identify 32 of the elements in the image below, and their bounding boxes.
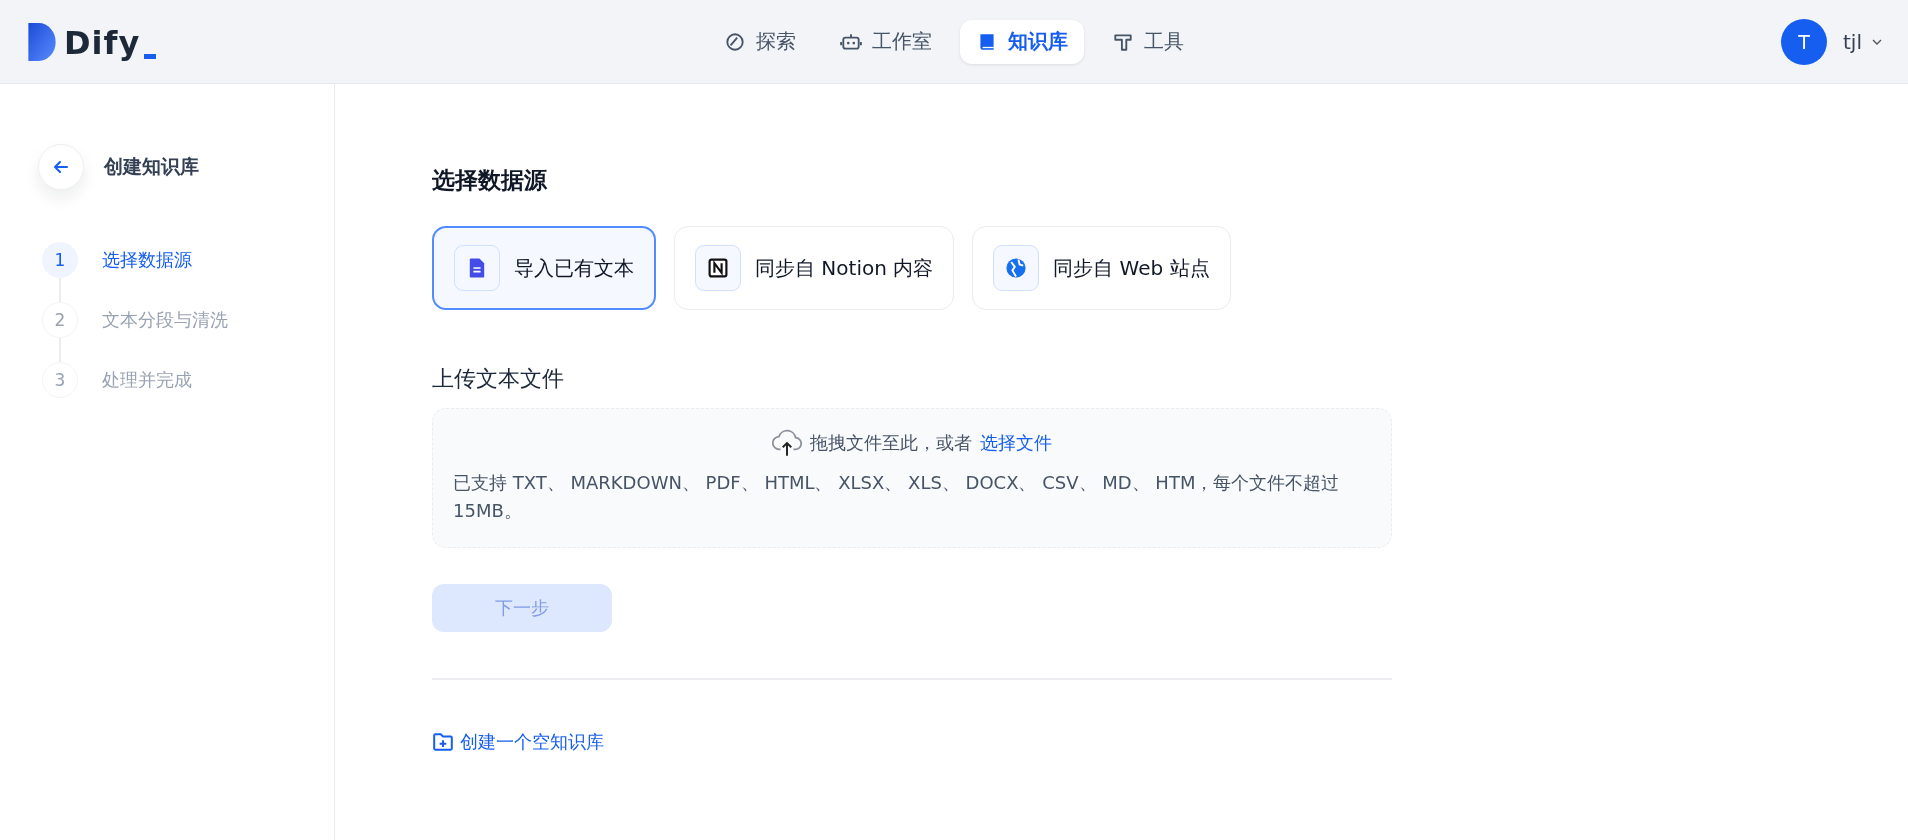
- back-button[interactable]: [38, 144, 84, 190]
- drop-prompt: 拖拽文件至此，或者: [810, 431, 972, 455]
- user-name[interactable]: tjl: [1843, 29, 1862, 54]
- source-label: 同步自 Web 站点: [1053, 254, 1210, 282]
- step-label: 选择数据源: [102, 248, 192, 272]
- folder-plus-icon[interactable]: [432, 732, 454, 752]
- data-source-card[interactable]: 同步自 Web 站点: [972, 226, 1231, 310]
- nav-tab[interactable]: 工具: [1096, 19, 1200, 64]
- nav-tab[interactable]: 知识库: [960, 19, 1084, 64]
- supported-formats-text: 已支持 TXT、 MARKDOWN、 PDF、 HTML、 XLSX、 XLS、 DOCX、 CSV、 MD、 HTM，每个文件不超过 15MB。: [453, 471, 1341, 523]
- nav-tab[interactable]: 工作室: [824, 19, 948, 64]
- caret-icon[interactable]: [1872, 38, 1882, 45]
- step-label: 处理并完成: [102, 368, 192, 392]
- cloud-upload-icon: [772, 429, 802, 457]
- notion-logo-icon: [706, 256, 730, 280]
- step-number: 1: [42, 242, 78, 278]
- select-file-link[interactable]: 选择文件: [980, 431, 1052, 455]
- source-label: 同步自 Notion 内容: [755, 254, 934, 282]
- logo-text: Dify: [64, 22, 141, 63]
- step-label: 文本分段与清洗: [102, 308, 228, 332]
- source-label: 导入已有文本: [514, 254, 634, 282]
- user-avatar[interactable]: T: [1781, 18, 1828, 65]
- file-drop-zone[interactable]: 拖拽文件至此，或者 选择文件 已支持 TXT、 MARKDOWN、 PDF、 HTML、 XLSX、 XLS、 DOCX、 CSV、 MD、 HTM，每个文件不超过 15MB。: [432, 408, 1392, 548]
- section-title: 选择数据源: [432, 166, 548, 195]
- upload-title: 上传文本文件: [432, 365, 565, 393]
- data-source-card[interactable]: 同步自 Notion 内容: [674, 226, 955, 310]
- logo-cursor-icon: [144, 53, 157, 59]
- nav-tab[interactable]: 探索: [708, 19, 812, 64]
- create-empty-link[interactable]: 创建一个空知识库: [432, 730, 604, 754]
- page-title: 创建知识库: [104, 154, 199, 179]
- data-source-card[interactable]: 导入已有文本: [432, 226, 656, 310]
- logo-icon: [26, 20, 58, 63]
